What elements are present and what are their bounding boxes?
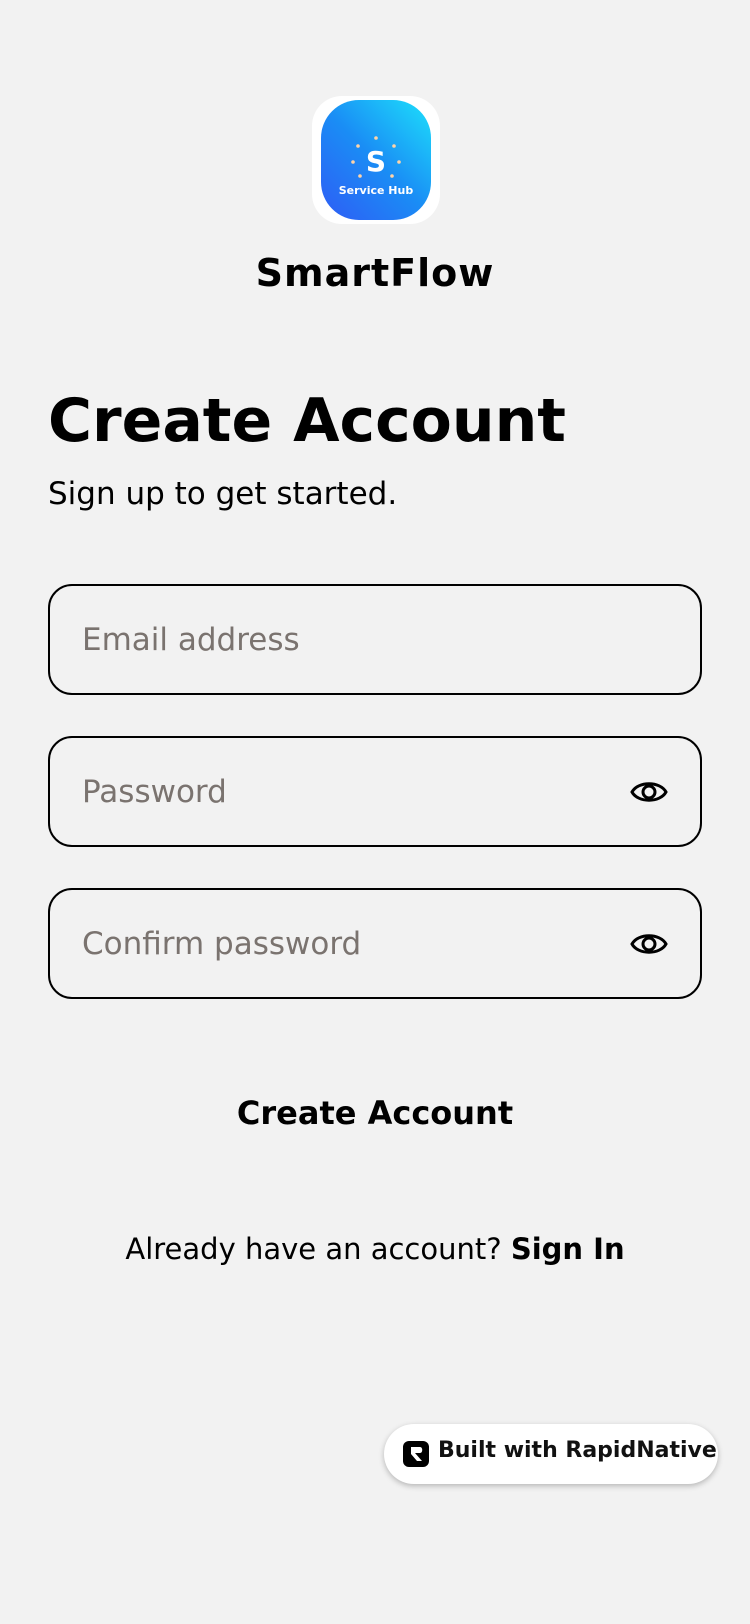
email-field <box>48 584 702 695</box>
app-logo-container: S Service Hub <box>312 96 440 224</box>
service-hub-logo-icon: S Service Hub <box>321 100 431 220</box>
password-field <box>48 736 702 847</box>
rapidnative-logo-icon <box>403 1441 429 1467</box>
page-subtitle: Sign up to get started. <box>48 476 398 512</box>
eye-icon[interactable] <box>630 773 668 811</box>
confirm-password-field <box>48 888 702 999</box>
page-title: Create Account <box>48 386 566 456</box>
signin-prompt-row: Already have an account? Sign In <box>0 1232 750 1266</box>
signin-prompt-text: Already have an account? <box>125 1232 502 1266</box>
confirm-password-input[interactable] <box>82 890 602 997</box>
create-account-button[interactable]: Create Account <box>48 1080 702 1146</box>
create-account-screen: S Service Hub SmartFlow Create Account S… <box>0 0 750 1624</box>
email-input[interactable] <box>82 586 602 693</box>
badge-label: Built with RapidNative <box>438 1438 717 1463</box>
app-name: SmartFlow <box>255 251 495 295</box>
password-input[interactable] <box>82 738 602 845</box>
eye-icon[interactable] <box>630 925 668 963</box>
logo-label: Service Hub <box>338 184 414 197</box>
built-with-badge[interactable]: Built with RapidNative <box>384 1424 718 1484</box>
logo-letter: S <box>366 145 386 178</box>
sign-in-link[interactable]: Sign In <box>511 1232 625 1266</box>
